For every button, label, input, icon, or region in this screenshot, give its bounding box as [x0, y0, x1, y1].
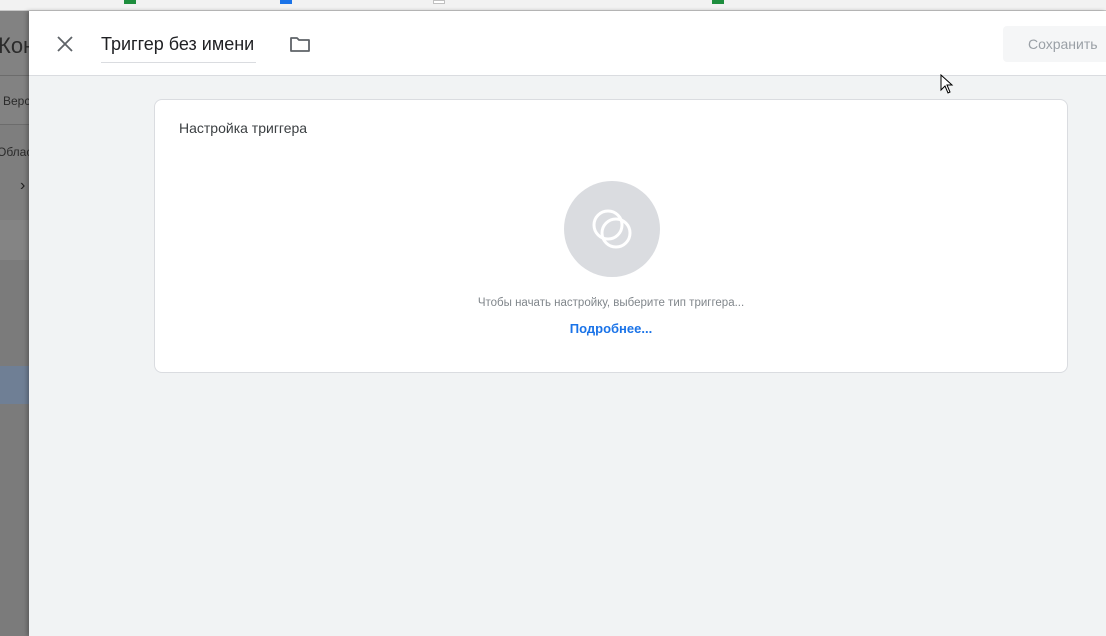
folder-button[interactable] — [287, 32, 313, 56]
underlying-header: Контейнер — [0, 11, 29, 75]
trigger-editor-panel: Триггер без имени Сохранить Настройка тр… — [29, 11, 1106, 636]
close-icon — [57, 36, 73, 52]
panel-header: Триггер без имени Сохранить — [29, 11, 1106, 76]
trigger-type-picker[interactable] — [564, 181, 660, 277]
underlying-area-label: Область — [0, 145, 29, 159]
underlying-workspace-selector: Область › — [0, 125, 29, 220]
learn-more-container: Подробнее... — [155, 320, 1067, 338]
underlying-nav-item: Версии — [3, 94, 29, 108]
close-button[interactable] — [49, 28, 81, 60]
card-title: Настройка триггера — [179, 120, 308, 136]
trigger-hint-text: Чтобы начать настройку, выберите тип три… — [477, 297, 745, 309]
underlying-title: Контейнер — [0, 33, 29, 58]
bookmark-icon[interactable] — [124, 0, 136, 4]
mouse-cursor-icon — [940, 74, 954, 94]
bookmark-icon[interactable] — [280, 0, 292, 4]
underlying-page-overlay: Контейнер Версии Область › — [0, 11, 29, 636]
trigger-name-field[interactable]: Триггер без имени — [101, 31, 257, 63]
bookmark-icon[interactable] — [712, 0, 724, 4]
underlying-selected-nav-item — [0, 366, 29, 404]
save-button[interactable]: Сохранить — [1003, 26, 1106, 62]
bookmark-icon[interactable] — [433, 0, 445, 4]
trigger-configuration-card: Настройка триггера Чтобы начать настройк… — [154, 99, 1068, 373]
underlying-nav: Версии — [0, 75, 29, 125]
learn-more-link[interactable]: Подробнее... — [570, 321, 652, 336]
chevron-right-icon: › — [20, 177, 26, 194]
folder-icon — [290, 37, 310, 52]
trigger-type-icon — [592, 209, 632, 249]
underlying-row — [0, 220, 29, 260]
browser-bookmarks-bar — [0, 0, 1106, 11]
trigger-name: Триггер без имени — [101, 34, 255, 54]
